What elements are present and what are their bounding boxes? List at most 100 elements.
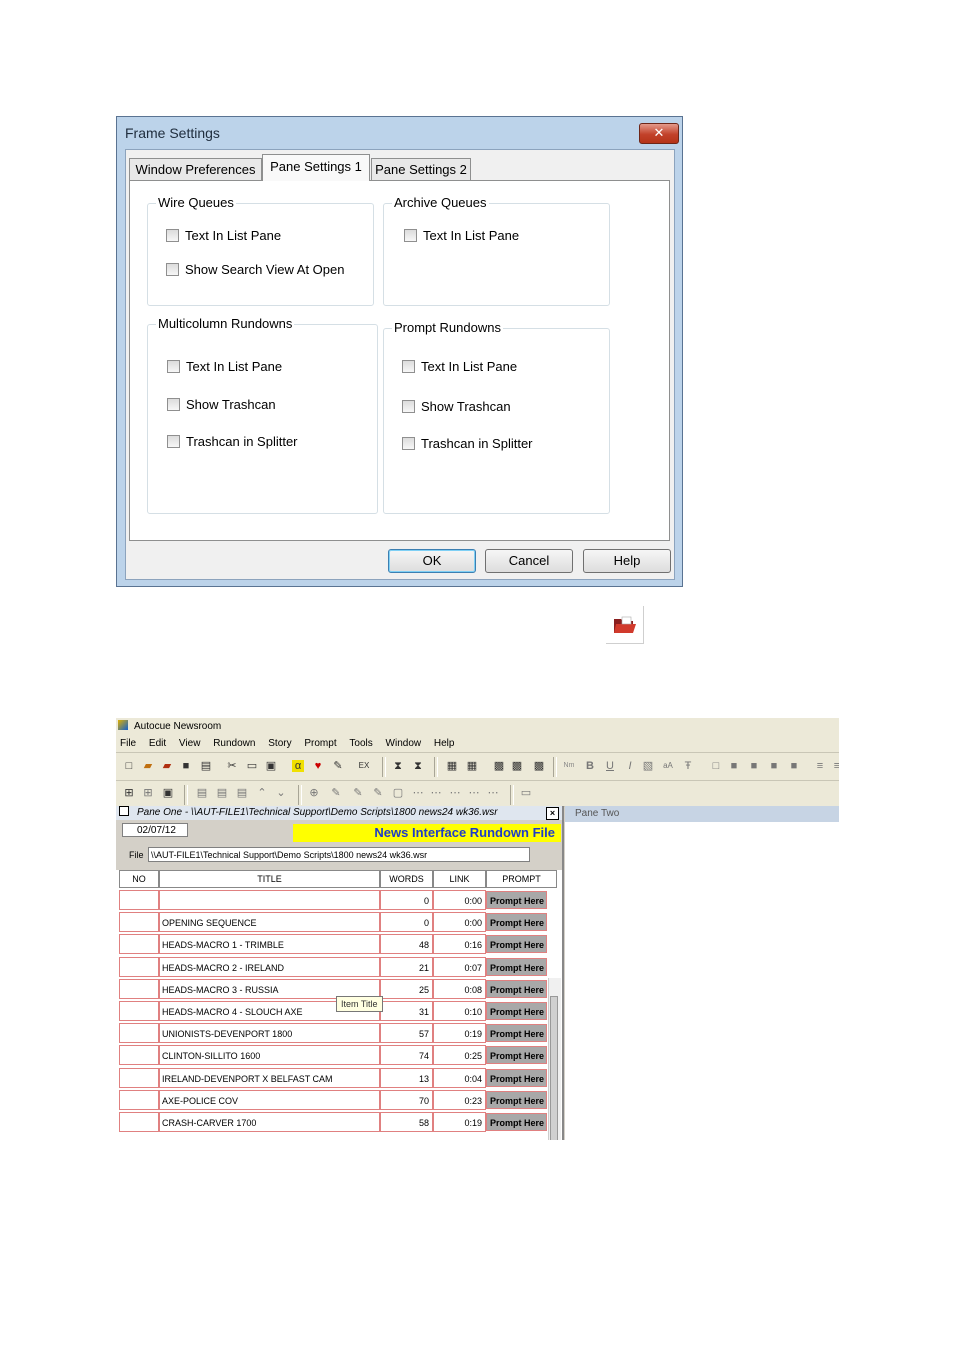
cell-words[interactable]: 25 xyxy=(380,978,433,999)
help-button[interactable]: Help xyxy=(583,549,671,573)
menu-tools[interactable]: Tools xyxy=(349,738,372,749)
cell-link[interactable]: 0:23 xyxy=(433,1089,486,1110)
prompt-here-button[interactable]: Prompt Here xyxy=(486,1090,547,1109)
pane-close-icon[interactable]: × xyxy=(546,807,559,820)
wire-text-in-list-pane-checkbox[interactable]: Text In List Pane xyxy=(166,228,281,243)
prompt-here-button[interactable]: Prompt Here xyxy=(486,1002,547,1020)
table-row[interactable]: HEADS-MACRO 1 - TRIMBLE 48 0:16 Prompt Here xyxy=(119,934,547,956)
date-field[interactable]: 02/07/12 xyxy=(122,823,188,837)
cell-title[interactable]: CRASH-CARVER 1700 xyxy=(159,1112,380,1132)
menu-view[interactable]: View xyxy=(179,738,201,749)
checkbox-box[interactable] xyxy=(402,360,415,373)
column-header-title[interactable]: TITLE xyxy=(159,870,380,888)
menu-help[interactable]: Help xyxy=(434,738,455,749)
prompt-text-in-list-pane-checkbox[interactable]: Text In List Pane xyxy=(402,359,517,374)
prompt-trashcan-in-splitter-checkbox[interactable]: Trashcan in Splitter xyxy=(402,436,533,451)
case-icon[interactable]: aA xyxy=(662,760,674,772)
story-icon[interactable]: ⋯ xyxy=(468,787,480,799)
prompt-here-button[interactable]: Prompt Here xyxy=(486,1068,547,1087)
grid-icon[interactable]: ▩ xyxy=(533,760,545,772)
ok-button[interactable]: OK xyxy=(388,549,476,573)
story-icon[interactable]: ⋯ xyxy=(412,787,424,799)
cell-no[interactable] xyxy=(119,934,159,955)
prompt-show-trashcan-checkbox[interactable]: Show Trashcan xyxy=(402,399,511,414)
story-icon[interactable]: ▢ xyxy=(392,787,404,799)
align-left-icon[interactable]: ≡ xyxy=(814,760,826,772)
table-row[interactable]: CRASH-CARVER 1700 58 0:19 Prompt Here xyxy=(119,1112,547,1134)
table-row[interactable]: 0 0:00 Prompt Here xyxy=(119,890,547,912)
italic-icon[interactable]: I xyxy=(624,760,636,772)
menu-rundown[interactable]: Rundown xyxy=(213,738,255,749)
cell-link[interactable]: 0:00 xyxy=(433,912,486,933)
cell-words[interactable]: 0 xyxy=(380,890,433,910)
table-row[interactable]: HEADS-MACRO 2 - IRELAND 21 0:07 Prompt Here xyxy=(119,956,547,979)
scrollbar-thumb[interactable] xyxy=(550,996,558,1140)
checkbox-box[interactable] xyxy=(166,229,179,242)
prompt-here-button[interactable]: Prompt Here xyxy=(486,935,547,954)
rundown-icon[interactable]: ▤ xyxy=(216,787,228,799)
checkbox-box[interactable] xyxy=(167,360,180,373)
cell-words[interactable]: 58 xyxy=(380,1112,433,1132)
cancel-button[interactable]: Cancel xyxy=(485,549,573,573)
cell-title[interactable]: AXE-POLICE COV xyxy=(159,1089,380,1110)
edit-icon[interactable]: ✎ xyxy=(352,787,364,799)
table-row[interactable]: AXE-POLICE COV 70 0:23 Prompt Here xyxy=(119,1089,547,1112)
paste-icon[interactable]: ▣ xyxy=(265,760,277,772)
column-header-no[interactable]: NO xyxy=(119,870,159,888)
hourglass-icon[interactable]: ⧗ xyxy=(392,760,404,772)
cell-title[interactable]: UNIONISTS-DEVENPORT 1800 xyxy=(159,1023,380,1044)
prompt-here-button[interactable]: Prompt Here xyxy=(486,1024,547,1043)
cell-words[interactable]: 31 xyxy=(380,1001,433,1021)
layout-icon[interactable]: ⊞ xyxy=(142,787,154,799)
layout-icon[interactable]: ▣ xyxy=(162,787,174,799)
checkbox-box[interactable] xyxy=(167,398,180,411)
menu-prompt[interactable]: Prompt xyxy=(304,738,336,749)
window-icon[interactable]: ▦ xyxy=(446,760,458,772)
bold-icon[interactable]: B xyxy=(584,760,596,772)
format-icon[interactable]: ▧ xyxy=(642,760,654,772)
pane-restore-icon[interactable] xyxy=(119,806,129,816)
ex-icon[interactable]: EX xyxy=(358,760,370,772)
tab-pane-settings-2[interactable]: Pane Settings 2 xyxy=(371,158,471,180)
table-row[interactable]: OPENING SEQUENCE 0 0:00 Prompt Here xyxy=(119,912,547,934)
archive-text-in-list-pane-checkbox[interactable]: Text In List Pane xyxy=(404,228,519,243)
column-header-prompt[interactable]: PROMPT xyxy=(486,870,557,888)
multi-show-trashcan-checkbox[interactable]: Show Trashcan xyxy=(167,397,276,412)
story-icon[interactable]: ⋯ xyxy=(449,787,461,799)
table-row[interactable]: IRELAND-DEVENPORT X BELFAST CAM 13 0:04 Pro… xyxy=(119,1067,547,1090)
cell-link[interactable]: 0:10 xyxy=(433,1001,486,1021)
prompt-here-button[interactable]: Prompt Here xyxy=(486,913,547,932)
layout-icon[interactable]: ⊞ xyxy=(123,787,135,799)
cell-no[interactable] xyxy=(119,1045,159,1066)
table-row[interactable]: HEADS-MACRO 4 - SLOUCH AXE 31 0:10 Prompt H… xyxy=(119,1001,547,1023)
cell-title[interactable]: OPENING SEQUENCE xyxy=(159,912,380,933)
cell-words[interactable]: 57 xyxy=(380,1023,433,1044)
tab-window-preferences[interactable]: Window Preferences xyxy=(129,158,262,180)
table-row[interactable]: HEADS-MACRO 3 - RUSSIA 25 0:08 Prompt Here xyxy=(119,978,547,1001)
checkbox-box[interactable] xyxy=(166,263,179,276)
chevron-up-icon[interactable]: ⌃ xyxy=(256,787,268,799)
edit-icon[interactable]: ✎ xyxy=(330,787,342,799)
cell-title[interactable]: IRELAND-DEVENPORT X BELFAST CAM xyxy=(159,1067,380,1088)
open-folder-icon[interactable]: ▰ xyxy=(161,760,173,772)
save-icon[interactable]: ■ xyxy=(180,760,192,772)
cell-link[interactable]: 0:07 xyxy=(433,956,486,977)
checkbox-box[interactable] xyxy=(404,229,417,242)
prompt-here-button[interactable]: Prompt Here xyxy=(486,1046,547,1065)
story-icon[interactable]: ⋯ xyxy=(430,787,442,799)
cell-words[interactable]: 13 xyxy=(380,1067,433,1088)
chevron-down-icon[interactable]: ⌄ xyxy=(275,787,287,799)
open-folder-icon[interactable]: ▰ xyxy=(142,760,154,772)
multi-trashcan-in-splitter-checkbox[interactable]: Trashcan in Splitter xyxy=(167,434,298,449)
close-icon[interactable]: ✕ xyxy=(639,123,679,144)
checkbox-box[interactable] xyxy=(402,400,415,413)
prompt-here-button[interactable]: Prompt Here xyxy=(486,957,547,976)
hourglass-icon[interactable]: ⧗ xyxy=(412,760,424,772)
cell-no[interactable] xyxy=(119,890,159,910)
color-box-icon[interactable]: ■ xyxy=(788,760,800,772)
cut-icon[interactable]: ✂ xyxy=(226,760,238,772)
column-header-link[interactable]: LINK xyxy=(433,870,486,888)
cell-link[interactable]: 0:08 xyxy=(433,978,486,999)
table-row[interactable]: UNIONISTS-DEVENPORT 1800 57 0:19 Prompt Her… xyxy=(119,1023,547,1045)
column-header-words[interactable]: WORDS xyxy=(380,870,433,888)
